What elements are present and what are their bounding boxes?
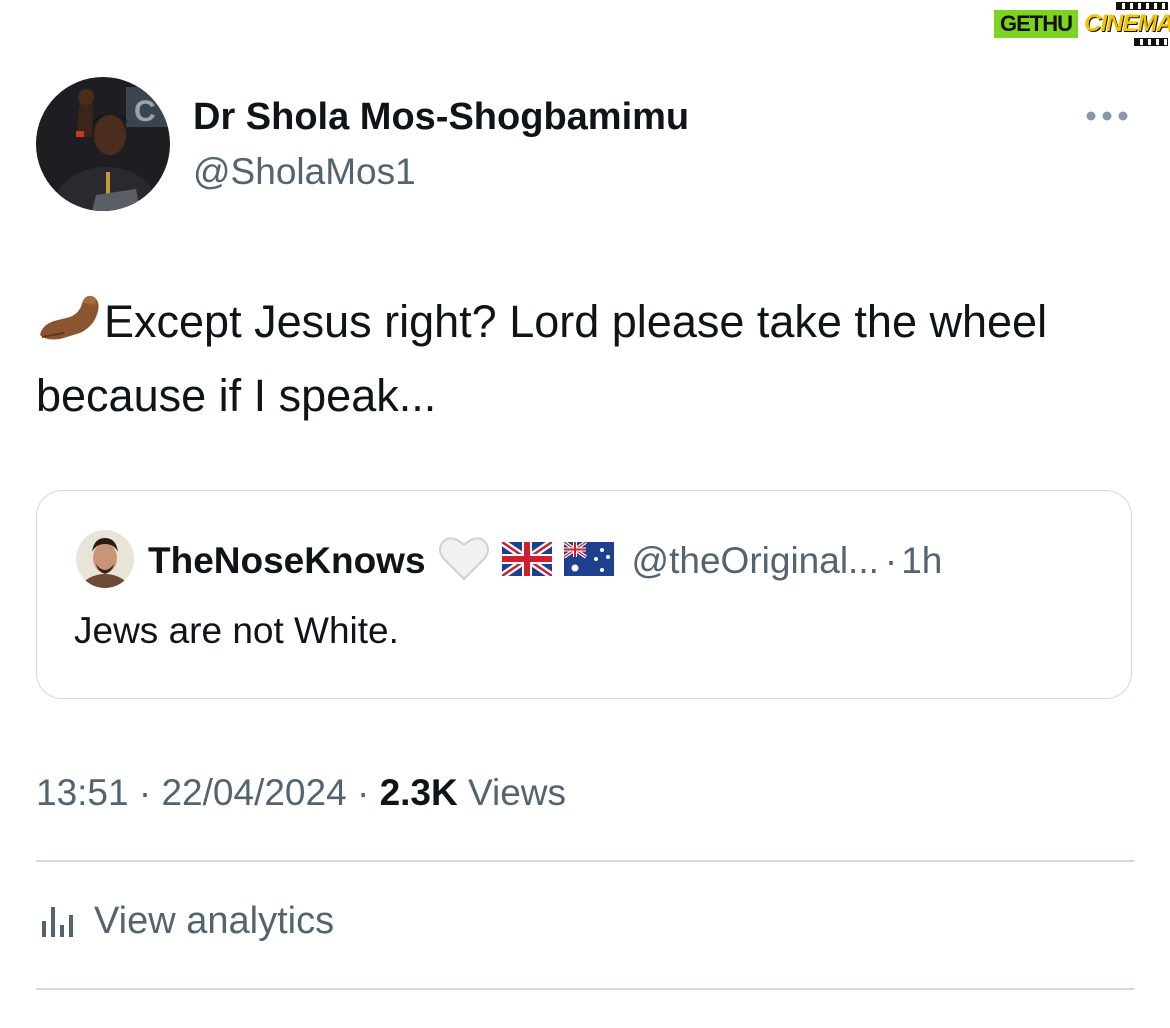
divider	[36, 860, 1134, 862]
author-handle[interactable]: @SholaMos1	[193, 151, 416, 193]
tweet-body: Except Jesus right? Lord please take the…	[36, 296, 1048, 421]
meta-separator: ·	[138, 772, 152, 813]
tweet-date[interactable]: 22/04/2024	[161, 772, 346, 813]
author-name[interactable]: Dr Shola Mos-Shogbamimu	[193, 96, 689, 139]
australia-flag-icon	[562, 540, 614, 581]
divider	[36, 988, 1134, 990]
quoted-time[interactable]: 1h	[901, 540, 942, 582]
analytics-icon	[36, 903, 80, 939]
quoted-tweet-text: Jews are not White.	[74, 610, 399, 651]
meta-separator: ·	[356, 772, 370, 813]
author-avatar[interactable]: C	[36, 77, 170, 211]
view-analytics-button[interactable]: View analytics	[36, 890, 334, 952]
quoted-author-name[interactable]: TheNoseKnows	[148, 540, 426, 582]
quoted-tweet-card[interactable]	[36, 490, 1132, 699]
view-analytics-label: View analytics	[94, 899, 335, 942]
quoted-author-avatar[interactable]	[76, 530, 134, 588]
tweet-text: Except Jesus right? Lord please take the…	[36, 288, 1116, 430]
svg-text:C: C	[134, 95, 156, 128]
more-options-icon[interactable]	[1084, 105, 1130, 127]
quoted-author-line: TheNoseKnows @theOriginal... · 1h	[148, 534, 942, 588]
pinched-fingers-icon	[36, 291, 102, 362]
tweet-meta: 13:51 · 22/04/2024 · 2.3K Views	[36, 772, 566, 814]
views-count: 2.3K	[379, 772, 458, 813]
watermark-left-text: GETHU	[994, 10, 1078, 38]
quoted-author-handle[interactable]: @theOriginal...	[632, 540, 879, 582]
film-strip-icon	[1134, 38, 1168, 46]
watermark-right-text: CINEMA	[1084, 10, 1170, 37]
uk-flag-icon	[499, 538, 554, 581]
watermark-logo: GETHU CINEMA	[994, 2, 1170, 46]
quoted-separator: ·	[884, 540, 898, 581]
white-heart-icon	[438, 535, 490, 588]
tweet-time[interactable]: 13:51	[36, 772, 129, 813]
views-label: Views	[468, 772, 567, 813]
